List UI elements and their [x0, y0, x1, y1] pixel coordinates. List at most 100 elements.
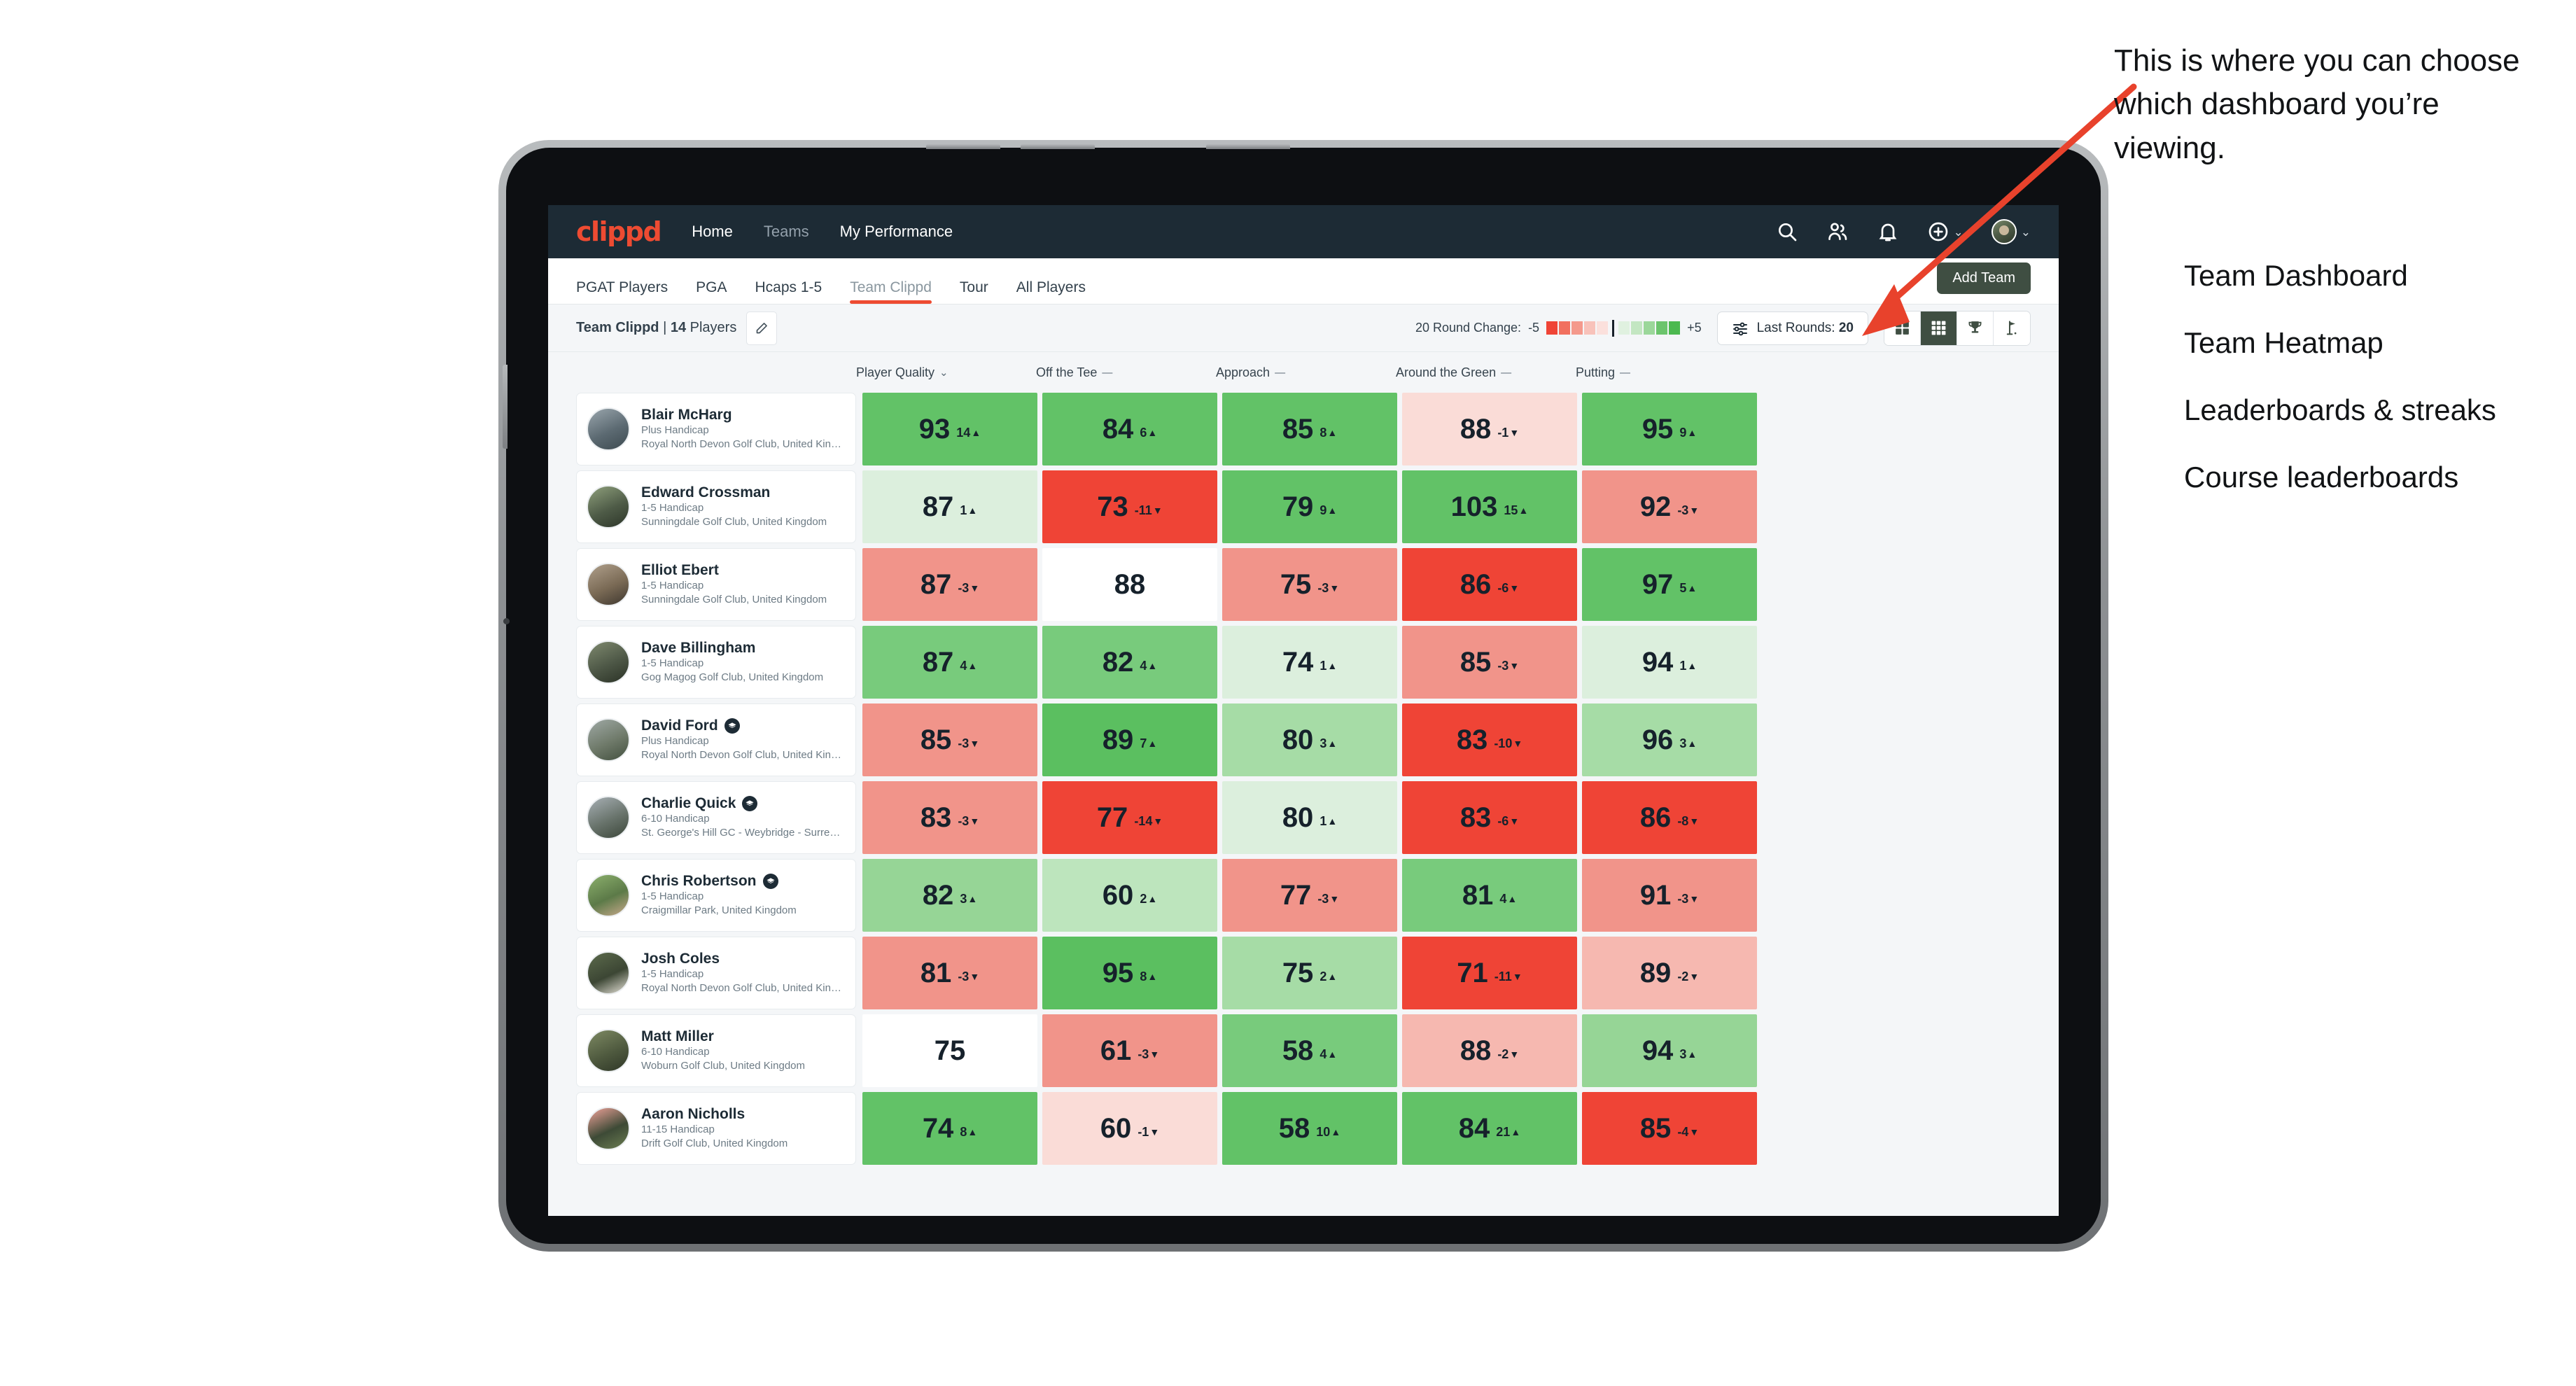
player-card[interactable]: Dave Billingham 1-5 Handicap Gog Magog Gol… — [576, 626, 856, 699]
heatmap-cell-off-the-tee[interactable]: 89 7 ▲ — [1042, 704, 1217, 776]
player-card[interactable]: Chris Robertson 1-5 Handicap Craigmillar P… — [576, 859, 856, 932]
clippd-logo[interactable]: clippd — [576, 218, 662, 245]
heatmap-cell-around-the-green[interactable]: 84 21 ▲ — [1402, 1092, 1577, 1165]
column-header-off-the-tee[interactable]: Off the Tee — — [1036, 365, 1216, 380]
player-card[interactable]: Blair McHarg Plus Handicap Royal North Dev… — [576, 393, 856, 465]
table-row[interactable]: David Ford Plus Handicap Royal North Devon… — [576, 704, 2059, 776]
nav-item-teams[interactable]: Teams — [764, 223, 809, 241]
view-button-team-heatmap[interactable] — [1921, 311, 1957, 345]
heatmap-cell-off-the-tee[interactable]: 60 -1 ▼ — [1042, 1092, 1217, 1165]
table-row[interactable]: Dave Billingham 1-5 Handicap Gog Magog Gol… — [576, 626, 2059, 699]
heatmap-cell-putting[interactable]: 89 -2 ▼ — [1582, 937, 1757, 1009]
column-header-around-the-green[interactable]: Around the Green — — [1396, 365, 1576, 380]
heatmap-cell-putting[interactable]: 86 -8 ▼ — [1582, 781, 1757, 854]
column-header-putting[interactable]: Putting — — [1576, 365, 1756, 380]
tab-tour[interactable]: Tour — [960, 279, 988, 304]
edit-team-button[interactable] — [746, 311, 778, 345]
heatmap-cell-approach[interactable]: 85 8 ▲ — [1222, 393, 1397, 465]
heatmap-cell-approach[interactable]: 75 2 ▲ — [1222, 937, 1397, 1009]
player-card[interactable]: David Ford Plus Handicap Royal North Devon… — [576, 704, 856, 776]
tab-team-clippd[interactable]: Team Clippd — [850, 279, 932, 304]
view-button-course-leaderboards[interactable] — [1994, 311, 2030, 345]
player-card[interactable]: Charlie Quick 6-10 Handicap St. George's H… — [576, 781, 856, 854]
tab-hcaps-1-5[interactable]: Hcaps 1-5 — [755, 279, 822, 304]
heatmap-cell-player-quality[interactable]: 93 14 ▲ — [862, 393, 1037, 465]
table-row[interactable]: Aaron Nicholls 11-15 Handicap Drift Golf C… — [576, 1092, 2059, 1165]
heatmap-cell-off-the-tee[interactable]: 88 — [1042, 548, 1217, 621]
heatmap-cell-around-the-green[interactable]: 88 -2 ▼ — [1402, 1014, 1577, 1087]
table-row[interactable]: Charlie Quick 6-10 Handicap St. George's H… — [576, 781, 2059, 854]
nav-item-home[interactable]: Home — [692, 223, 733, 241]
heatmap-cell-approach[interactable]: 79 9 ▲ — [1222, 470, 1397, 543]
avatar[interactable] — [1991, 219, 2017, 244]
heatmap-cell-around-the-green[interactable]: 83 -6 ▼ — [1402, 781, 1577, 854]
power-button[interactable] — [1206, 144, 1290, 149]
notifications-icon[interactable] — [1877, 220, 1899, 243]
heatmap-cell-player-quality[interactable]: 85 -3 ▼ — [862, 704, 1037, 776]
player-card[interactable]: Josh Coles 1-5 Handicap Royal North Devon … — [576, 937, 856, 1009]
search-icon[interactable] — [1776, 220, 1798, 243]
table-row[interactable]: Edward Crossman 1-5 Handicap Sunningdale G… — [576, 470, 2059, 543]
heatmap-cell-player-quality[interactable]: 74 8 ▲ — [862, 1092, 1037, 1165]
heatmap-cell-player-quality[interactable]: 87 1 ▲ — [862, 470, 1037, 543]
heatmap-cell-around-the-green[interactable]: 85 -3 ▼ — [1402, 626, 1577, 699]
tab-all-players[interactable]: All Players — [1016, 279, 1086, 304]
add-menu[interactable]: ⌄ — [1927, 220, 1963, 243]
heatmap-cell-around-the-green[interactable]: 71 -11 ▼ — [1402, 937, 1577, 1009]
heatmap-cell-player-quality[interactable]: 75 — [862, 1014, 1037, 1087]
heatmap-cell-off-the-tee[interactable]: 84 6 ▲ — [1042, 393, 1217, 465]
heatmap-cell-around-the-green[interactable]: 103 15 ▲ — [1402, 470, 1577, 543]
heatmap-cell-approach[interactable]: 58 10 ▲ — [1222, 1092, 1397, 1165]
heatmap-cell-putting[interactable]: 95 9 ▲ — [1582, 393, 1757, 465]
user-menu[interactable]: ⌄ — [1991, 219, 2031, 244]
heatmap-cell-putting[interactable]: 85 -4 ▼ — [1582, 1092, 1757, 1165]
side-button[interactable] — [503, 365, 507, 449]
heatmap-cell-around-the-green[interactable]: 88 -1 ▼ — [1402, 393, 1577, 465]
heatmap-cell-approach[interactable]: 58 4 ▲ — [1222, 1014, 1397, 1087]
heatmap-cell-off-the-tee[interactable]: 95 8 ▲ — [1042, 937, 1217, 1009]
player-card[interactable]: Elliot Ebert 1-5 Handicap Sunningdale Golf… — [576, 548, 856, 621]
heatmap-cell-off-the-tee[interactable]: 73 -11 ▼ — [1042, 470, 1217, 543]
heatmap-cell-approach[interactable]: 77 -3 ▼ — [1222, 859, 1397, 932]
people-icon[interactable] — [1826, 220, 1849, 243]
volume-down-button[interactable] — [1021, 144, 1095, 149]
column-header-approach[interactable]: Approach — — [1216, 365, 1396, 380]
heatmap-cell-off-the-tee[interactable]: 60 2 ▲ — [1042, 859, 1217, 932]
heatmap-cell-player-quality[interactable]: 82 3 ▲ — [862, 859, 1037, 932]
heatmap-cell-putting[interactable]: 92 -3 ▼ — [1582, 470, 1757, 543]
table-row[interactable]: Josh Coles 1-5 Handicap Royal North Devon … — [576, 937, 2059, 1009]
heatmap-cell-approach[interactable]: 75 -3 ▼ — [1222, 548, 1397, 621]
heatmap-cell-player-quality[interactable]: 81 -3 ▼ — [862, 937, 1037, 1009]
table-row[interactable]: Matt Miller 6-10 Handicap Woburn Golf Club… — [576, 1014, 2059, 1087]
heatmap-cell-putting[interactable]: 94 3 ▲ — [1582, 1014, 1757, 1087]
table-row[interactable]: Blair McHarg Plus Handicap Royal North Dev… — [576, 393, 2059, 465]
nav-item-my-performance[interactable]: My Performance — [840, 223, 953, 241]
heatmap-cell-putting[interactable]: 94 1 ▲ — [1582, 626, 1757, 699]
heatmap-cell-player-quality[interactable]: 87 -3 ▼ — [862, 548, 1037, 621]
add-icon[interactable] — [1927, 220, 1949, 243]
heatmap-cell-off-the-tee[interactable]: 77 -14 ▼ — [1042, 781, 1217, 854]
last-rounds-button[interactable]: Last Rounds: 20 — [1716, 311, 1868, 345]
table-row[interactable]: Chris Robertson 1-5 Handicap Craigmillar P… — [576, 859, 2059, 932]
column-header-player-quality[interactable]: Player Quality ⌄ — [856, 365, 1036, 380]
view-button-leaderboards-streaks[interactable] — [1957, 311, 1994, 345]
heatmap-cell-approach[interactable]: 74 1 ▲ — [1222, 626, 1397, 699]
heatmap-cell-around-the-green[interactable]: 83 -10 ▼ — [1402, 704, 1577, 776]
heatmap-cell-player-quality[interactable]: 83 -3 ▼ — [862, 781, 1037, 854]
heatmap-cell-putting[interactable]: 97 5 ▲ — [1582, 548, 1757, 621]
heatmap-cell-approach[interactable]: 80 1 ▲ — [1222, 781, 1397, 854]
volume-up-button[interactable] — [926, 144, 1000, 149]
heatmap-cell-putting[interactable]: 96 3 ▲ — [1582, 704, 1757, 776]
player-card[interactable]: Matt Miller 6-10 Handicap Woburn Golf Club… — [576, 1014, 856, 1087]
heatmap-cell-putting[interactable]: 91 -3 ▼ — [1582, 859, 1757, 932]
player-card[interactable]: Aaron Nicholls 11-15 Handicap Drift Golf C… — [576, 1092, 856, 1165]
table-row[interactable]: Elliot Ebert 1-5 Handicap Sunningdale Golf… — [576, 548, 2059, 621]
tab-pgat-players[interactable]: PGAT Players — [576, 279, 668, 304]
heatmap-cell-off-the-tee[interactable]: 61 -3 ▼ — [1042, 1014, 1217, 1087]
heatmap-cell-approach[interactable]: 80 3 ▲ — [1222, 704, 1397, 776]
heatmap-cell-around-the-green[interactable]: 81 4 ▲ — [1402, 859, 1577, 932]
player-card[interactable]: Edward Crossman 1-5 Handicap Sunningdale G… — [576, 470, 856, 543]
add-team-button[interactable]: Add Team — [1937, 262, 2031, 294]
tab-pga[interactable]: PGA — [696, 279, 727, 304]
heatmap-cell-off-the-tee[interactable]: 82 4 ▲ — [1042, 626, 1217, 699]
